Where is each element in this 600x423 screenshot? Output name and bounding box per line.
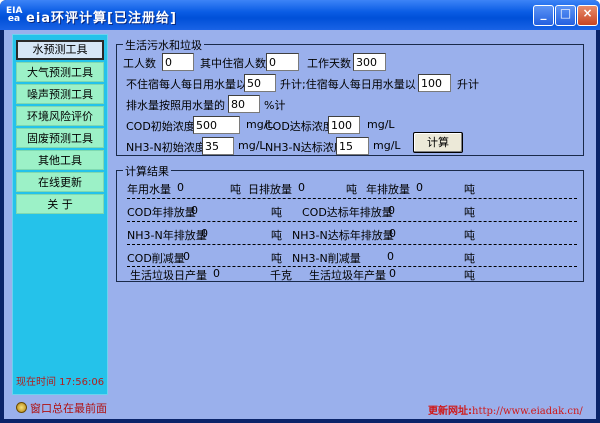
nh3-std-unit: mg/L [373,139,401,152]
input-group: 生活污水和垃圾 工人数 其中住宿人数 工作天数 不住宿每人每日用水量以 升计;住… [116,37,584,156]
cod-init-label: COD初始浓度 [126,120,195,133]
daily-discharge-label: 日排放量 [248,183,292,196]
always-on-top-label: 窗口总在最前面 [30,402,107,415]
nh3-std-year-label: NH3-N达标年排放量 [292,229,394,242]
sidebar-item-water[interactable]: 水预测工具 [16,40,104,60]
divider [127,198,577,199]
nh3-std-year-value: 0 [389,227,396,240]
garbage-year-value: 0 [389,267,396,280]
nh3-reduce-value: 0 [387,250,394,263]
discharge-ratio-label: 排水量按照用水量的 [126,99,225,112]
residents-label: 其中住宿人数 [200,57,266,70]
cod-std-label: COD达标浓度 [265,120,334,133]
results-group: 计算结果 年用水量 0 吨 日排放量 0 吨 年排放量 0 吨 COD年排放量 … [116,163,584,282]
sidebar-item-noise[interactable]: 噪声预测工具 [16,84,104,104]
nh3-year-label: NH3-N年排放量 [127,229,207,242]
nh3-init-label: NH3-N初始浓度 [126,141,206,154]
garbage-year-label: 生活垃圾年产量 [309,269,386,282]
update-link-area: 更新网址:http://www.eiadak.cn/ [428,402,583,417]
garbage-day-label: 生活垃圾日产量 [130,269,207,282]
clock-label: 现在时间 17:56:06 [16,377,105,388]
cod-init-input[interactable] [193,116,240,134]
workers-label: 工人数 [123,57,156,70]
nh3-reduce-label: NH3-N削减量 [292,252,361,265]
res-water-input[interactable] [418,74,451,92]
garbage-year-unit: 吨 [464,269,475,282]
always-on-top-toggle[interactable]: 窗口总在最前面 [16,400,107,416]
daily-discharge-value: 0 [298,181,305,194]
res-water-label: 升计;住宿每人每日用水量以 [280,78,416,91]
year-discharge-value: 0 [416,181,423,194]
eia-app-icon: EIA ea [6,6,23,24]
water-year-label: 年用水量 [127,183,171,196]
year-discharge-label: 年排放量 [366,183,410,196]
calculate-button[interactable]: 计算 [413,132,463,153]
year-discharge-unit: 吨 [464,183,475,196]
garbage-day-value: 0 [213,267,220,280]
sidebar-item-solid-waste[interactable]: 固废预测工具 [16,128,104,148]
sidebar-item-air[interactable]: 大气预测工具 [16,62,104,82]
garbage-day-unit: 千克 [270,269,292,282]
close-button[interactable]: × [577,5,598,26]
client-area: 水预测工具 大气预测工具 噪声预测工具 环境风险评价 固废预测工具 其他工具 在… [4,30,596,419]
water-year-unit: 吨 [230,183,241,196]
discharge-ratio-input[interactable] [228,95,260,113]
divider [127,244,577,245]
nonres-water-input[interactable] [244,74,276,92]
cod-std-year-value: 0 [388,204,395,217]
results-group-legend: 计算结果 [123,163,171,179]
cod-reduce-value: 0 [183,250,190,263]
days-input[interactable] [353,53,386,71]
nh3-init-unit: mg/L [238,139,266,152]
maximize-button[interactable]: □ [555,5,576,26]
cod-year-label: COD年排放量 [127,206,196,219]
days-label: 工作天数 [307,57,351,70]
sidebar-item-about[interactable]: 关 于 [16,194,104,214]
nh3-year-unit: 吨 [271,229,282,242]
nh3-init-input[interactable] [202,137,234,155]
sidebar-item-update[interactable]: 在线更新 [16,172,104,192]
divider [127,221,577,222]
workers-input[interactable] [162,53,194,71]
cod-std-input[interactable] [328,116,360,134]
sidebar-item-other[interactable]: 其他工具 [16,150,104,170]
nh3-reduce-unit: 吨 [464,252,475,265]
update-url-label: 更新网址: [428,406,472,417]
cod-std-unit: mg/L [367,118,395,131]
cod-std-year-unit: 吨 [464,206,475,219]
nh3-std-year-unit: 吨 [464,229,475,242]
nonres-water-label: 不住宿每人每日用水量以 [126,78,247,91]
residents-input[interactable] [266,53,299,71]
discharge-ratio-unit: %计 [264,99,286,112]
input-group-legend: 生活污水和垃圾 [123,37,204,53]
sidebar: 水预测工具 大气预测工具 噪声预测工具 环境风险评价 固废预测工具 其他工具 在… [12,34,108,395]
nh3-year-value: 0 [201,227,208,240]
sidebar-item-risk[interactable]: 环境风险评价 [16,106,104,126]
window-title: eia环评计算[已注册给] [26,11,177,26]
cod-reduce-label: COD削减量 [127,252,185,265]
nh3-std-label: NH3-N达标浓度 [265,141,345,154]
app-window: EIA ea eia环评计算[已注册给] _ □ × 水预测工具 大气预测工具 噪… [0,0,600,423]
res-water-unit: 升计 [457,78,479,91]
minimize-button[interactable]: _ [533,5,554,26]
cod-std-year-label: COD达标年排放量 [302,206,393,219]
cod-year-unit: 吨 [271,206,282,219]
update-url-link[interactable]: http://www.eiadak.cn/ [472,406,583,417]
cod-reduce-unit: 吨 [271,252,282,265]
water-year-value: 0 [177,181,184,194]
daily-discharge-unit: 吨 [346,183,357,196]
nh3-std-input[interactable] [336,137,369,155]
cod-year-value: 0 [191,204,198,217]
pin-icon [16,402,27,413]
title-bar[interactable]: EIA ea eia环评计算[已注册给] _ □ × [0,0,600,30]
